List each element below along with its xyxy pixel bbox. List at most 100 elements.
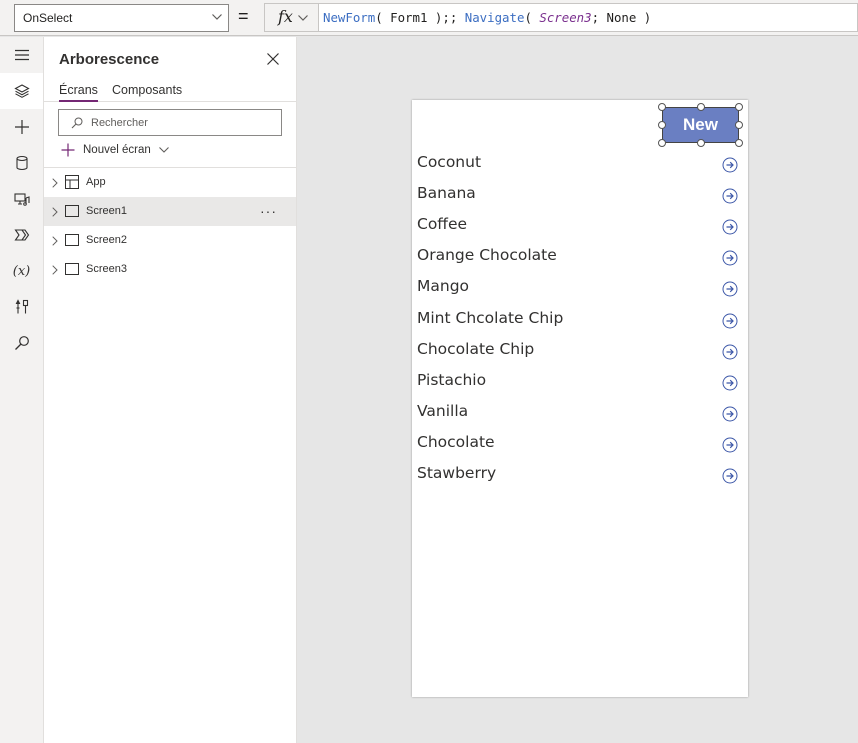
search-icon — [14, 336, 29, 350]
chevron-right-icon[interactable] — [52, 265, 58, 275]
new-button[interactable]: New — [662, 107, 739, 143]
tree-node-screen2[interactable]: Screen2 — [44, 226, 296, 255]
tree-node-label: Screen3 — [86, 263, 127, 275]
gallery-item-title: Mint Chcolate Chip — [417, 308, 564, 327]
resize-handle[interactable] — [658, 121, 666, 129]
gallery-item-title: Coconut — [417, 153, 482, 171]
new-screen-label: Nouvel écran — [83, 144, 151, 156]
gallery-item[interactable]: Orange Chocolate — [412, 241, 748, 272]
arrow-right-circle-icon[interactable] — [722, 406, 738, 422]
gallery-item-title: Coffee — [417, 215, 468, 234]
chevron-right-icon[interactable] — [52, 236, 58, 246]
chevron-down-icon — [212, 14, 222, 20]
pane-title: Arborescence — [59, 51, 160, 68]
tree-node-app[interactable]: App — [44, 168, 296, 197]
arrow-right-circle-icon[interactable] — [722, 157, 738, 173]
gallery-item-title: Stawberry — [417, 464, 497, 482]
chevron-right-icon[interactable] — [52, 178, 58, 188]
arrow-right-circle-icon[interactable] — [722, 437, 738, 453]
gallery-item[interactable]: Chocolate — [412, 428, 748, 459]
formula-bar: OnSelect = fx NewForm( Form1 );; Navigat… — [0, 0, 858, 36]
formula-input[interactable]: NewForm( Form1 );; Navigate( Screen3; No… — [318, 3, 858, 32]
arrow-right-circle-icon[interactable] — [722, 188, 738, 204]
plus-icon — [61, 143, 75, 157]
arrow-right-circle-icon[interactable] — [722, 313, 738, 329]
gallery-item[interactable]: Mint Chcolate Chip — [412, 304, 748, 335]
tab-components[interactable]: Composants — [112, 83, 182, 97]
plus-icon — [14, 120, 29, 134]
tree-node-label: App — [86, 176, 106, 188]
tree-tabs: Écrans Composants — [44, 83, 296, 102]
resize-handle[interactable] — [735, 121, 743, 129]
hamburger-icon — [14, 49, 29, 61]
hamburger-button[interactable] — [0, 37, 43, 73]
arrow-right-circle-icon[interactable] — [722, 281, 738, 297]
gallery-item-title: Chocolate Chip — [417, 339, 535, 358]
advanced-tools-button[interactable] — [0, 289, 43, 325]
data-button[interactable] — [0, 145, 43, 181]
more-options-icon[interactable]: ··· — [260, 203, 277, 219]
power-automate-button[interactable] — [0, 217, 43, 253]
arrow-right-circle-icon[interactable] — [722, 250, 738, 266]
fx-icon: fx — [278, 7, 293, 26]
gallery-item[interactable]: Banana — [412, 179, 748, 210]
formula-screen-ref: Screen3 — [539, 10, 592, 25]
tree-view-button[interactable] — [0, 73, 43, 109]
chevron-down-icon — [158, 147, 169, 153]
formula-function: Navigate — [464, 10, 525, 25]
database-icon — [15, 155, 28, 171]
variables-icon: (x) — [12, 263, 31, 279]
gallery-item-title: Mango — [417, 277, 470, 296]
insert-button[interactable] — [0, 109, 43, 145]
variables-button[interactable]: (x) — [0, 253, 43, 289]
search-rail-button[interactable] — [0, 325, 43, 361]
arrow-right-circle-icon[interactable] — [722, 344, 738, 360]
formula-function: NewForm — [323, 10, 376, 25]
gallery-item-title: Orange Chocolate — [417, 246, 557, 265]
gallery-item[interactable]: Coffee — [412, 210, 748, 241]
formula-text: ( — [524, 10, 540, 25]
left-rail: (x) — [0, 37, 44, 743]
layers-icon — [13, 84, 30, 98]
formula-text: ; None ) — [591, 10, 652, 25]
search-icon — [71, 117, 83, 129]
close-icon[interactable] — [266, 52, 280, 66]
tab-screens[interactable]: Écrans — [59, 83, 98, 102]
screen-icon — [65, 263, 79, 275]
media-icon — [13, 193, 30, 206]
arrow-right-circle-icon[interactable] — [722, 468, 738, 484]
resize-handle[interactable] — [735, 139, 743, 147]
search-input[interactable] — [91, 114, 271, 132]
screen-icon — [65, 234, 79, 246]
gallery-item-title: Vanilla — [417, 401, 469, 420]
gallery-item[interactable]: Coconut — [412, 148, 748, 179]
gallery-item[interactable]: Vanilla — [412, 397, 748, 428]
resize-handle[interactable] — [735, 103, 743, 111]
new-screen-button[interactable]: Nouvel écran — [61, 141, 169, 159]
screen-icon — [65, 205, 79, 217]
search-box[interactable] — [58, 109, 282, 136]
gallery-item[interactable]: Mango — [412, 272, 748, 303]
gallery-item[interactable]: Chocolate Chip — [412, 335, 748, 366]
arrow-right-circle-icon[interactable] — [722, 219, 738, 235]
tree-node-label: Screen2 — [86, 234, 127, 246]
resize-handle[interactable] — [697, 139, 705, 147]
gallery-item[interactable]: Pistachio — [412, 366, 748, 397]
property-dropdown[interactable]: OnSelect — [14, 4, 229, 32]
chevron-right-icon[interactable] — [52, 207, 58, 217]
app-screen-canvas[interactable]: New Coconut Banana Coffee Orange Chocolate M… — [412, 100, 748, 697]
gallery-item[interactable]: Stawberry — [412, 459, 748, 490]
chevron-down-icon — [298, 15, 308, 21]
gallery-item-title: Chocolate — [417, 432, 495, 451]
resize-handle[interactable] — [697, 103, 705, 111]
fx-button[interactable]: fx — [264, 3, 318, 32]
resize-handle[interactable] — [658, 139, 666, 147]
tree-node-screen1[interactable]: Screen1 ··· — [44, 197, 296, 226]
media-button[interactable] — [0, 181, 43, 217]
equals-sign: = — [238, 6, 249, 26]
resize-handle[interactable] — [658, 103, 666, 111]
tree-view-pane: Arborescence Écrans Composants Nouvel éc… — [44, 37, 297, 743]
tools-icon — [15, 299, 28, 314]
tree-node-screen3[interactable]: Screen3 — [44, 255, 296, 284]
arrow-right-circle-icon[interactable] — [722, 375, 738, 391]
